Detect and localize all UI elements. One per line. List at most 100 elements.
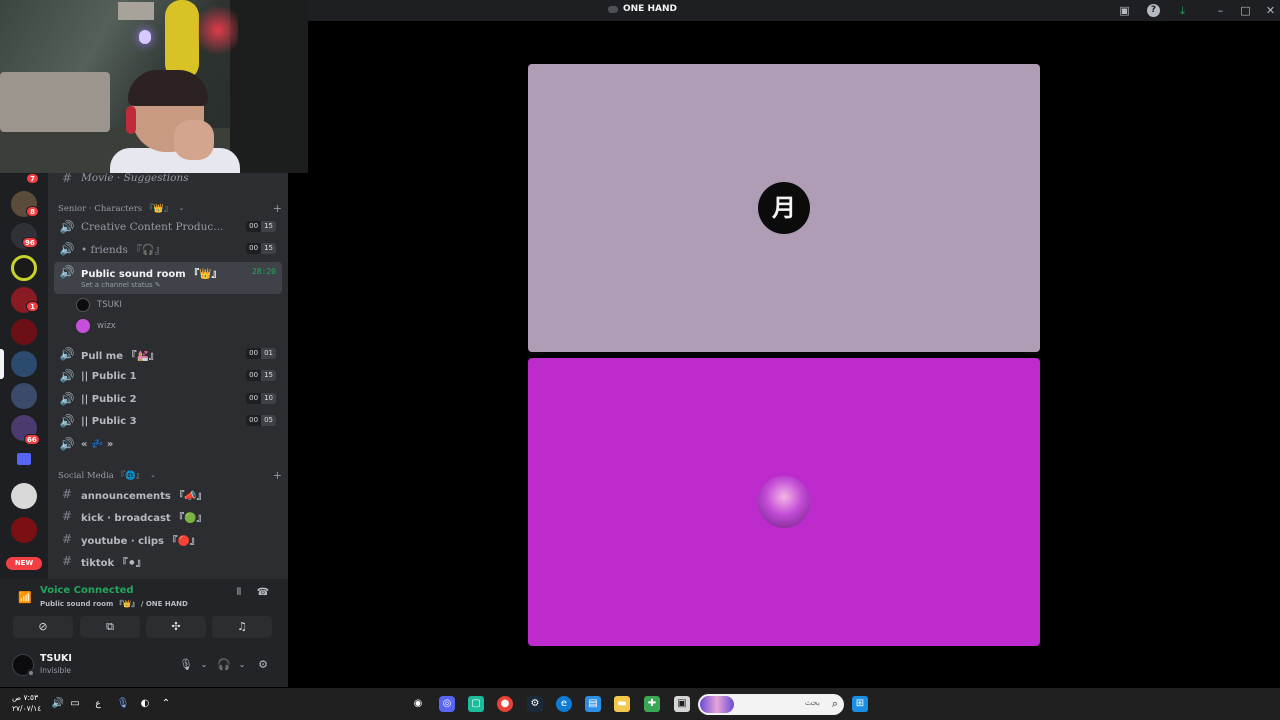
voice-channel-creative[interactable]: 🔊 Creative Content Produc... 00 15	[54, 217, 282, 237]
headphones-icon[interactable]: 🎧	[216, 657, 232, 673]
search-placeholder: بحث	[804, 698, 820, 707]
discord-icon[interactable]: ◎	[439, 696, 455, 712]
user-limit-badge: 00 01	[246, 348, 276, 359]
voice-channel-pull-me[interactable]: 🔊 Pull me 『💒』 00 01	[54, 344, 282, 364]
close-icon[interactable]: ✕	[1264, 4, 1277, 17]
server-icon-7[interactable]	[11, 383, 37, 409]
category-senior-characters[interactable]: Senior · Characters 『👑』 ⌄ +	[58, 201, 282, 215]
channel-label: « 💤 »	[81, 438, 114, 450]
microphone-icon[interactable]: 🎙	[178, 657, 194, 673]
set-channel-status[interactable]: Set a channel status ✎	[81, 281, 161, 289]
user-limit: 05	[261, 415, 276, 426]
server-icon-6[interactable]	[11, 351, 37, 377]
server-icon-9[interactable]	[11, 483, 37, 509]
help-icon[interactable]: ?	[1147, 4, 1160, 17]
tray-app-icon[interactable]: ◐	[137, 696, 153, 712]
channel-label: announcements 『📣』	[81, 490, 207, 502]
voice-status-title[interactable]: Voice Connected	[40, 585, 134, 596]
chevron-down-icon[interactable]: ⌄	[234, 657, 250, 673]
webcam-hand	[174, 120, 214, 160]
voice-channel-afk[interactable]: 🔊 « 💤 »	[54, 434, 282, 454]
new-badge[interactable]: NEW	[6, 557, 42, 570]
text-channel-tiktok[interactable]: # tiktok 『⚫』	[54, 551, 282, 571]
obs-icon[interactable]: ◉	[410, 696, 426, 712]
voice-channel-public-2[interactable]: 🔊 || Public 2 00 10	[54, 389, 282, 409]
file-icon[interactable]: ▤	[585, 696, 601, 712]
gear-icon[interactable]: ⚙	[255, 657, 271, 673]
folder-icon[interactable]	[17, 453, 31, 465]
voice-channel-friends[interactable]: 🔊 • friends 『🎧』 00 15	[54, 239, 282, 259]
server-icon-10[interactable]	[11, 517, 37, 543]
screen-share-button[interactable]: ⧉	[80, 616, 140, 638]
activities-button[interactable]: ✣	[146, 616, 206, 638]
mention-badge: 96	[22, 237, 38, 248]
microphone-icon[interactable]: 🎙	[115, 696, 131, 712]
server-icon-5[interactable]	[11, 319, 37, 345]
store-icon[interactable]: ✚	[644, 696, 660, 712]
voice-channel-public-1[interactable]: 🔊 || Public 1 00 15	[54, 366, 282, 386]
edge-icon[interactable]: e	[556, 696, 572, 712]
add-channel-icon[interactable]: +	[273, 202, 282, 215]
display-icon[interactable]: ▭	[67, 696, 83, 712]
category-social-media[interactable]: Social Media 『🌐』 ⌄ +	[58, 468, 282, 482]
user-limit: 15	[261, 243, 276, 254]
voice-user-tsuki[interactable]: TSUKI	[76, 296, 256, 314]
server-icon-3[interactable]	[11, 255, 37, 281]
windows-start-icon[interactable]: ⊞	[852, 696, 868, 712]
file-explorer-icon[interactable]: ▬	[614, 696, 630, 712]
language-indicator[interactable]: ع	[90, 696, 106, 712]
user-limit-badge: 00 05	[246, 415, 276, 426]
noise-suppression-icon[interactable]: ⦀	[232, 587, 246, 601]
user-count: 00	[246, 415, 262, 426]
task-view-icon[interactable]: ▣	[674, 696, 690, 712]
channel-movie-suggestions[interactable]: # Movie · Suggestions	[54, 173, 282, 188]
text-channel-youtube-clips[interactable]: # youtube · clips 『🔴』	[54, 529, 282, 549]
search-highlight-image	[700, 696, 734, 713]
voice-channel-public-3[interactable]: 🔊 || Public 3 00 05	[54, 411, 282, 431]
webcam-neon-light	[198, 0, 238, 60]
webcam-shirt	[110, 148, 240, 173]
chrome-icon[interactable]: ●	[497, 696, 513, 712]
server-rail: 7 8 96 1 66 NEW	[0, 173, 48, 579]
user-status: Invisible	[40, 666, 71, 675]
participant-tile-wizx[interactable]	[528, 358, 1040, 646]
speaker-icon: 🔊	[59, 369, 75, 383]
screen-share-icon: ⧉	[106, 620, 114, 633]
download-icon[interactable]: ⤓	[1176, 4, 1189, 17]
text-channel-announcements[interactable]: # announcements 『📣』	[54, 484, 282, 504]
camera-off-icon: ⊘	[38, 620, 48, 633]
user-limit: 10	[261, 393, 276, 404]
text-channel-kick-broadcast[interactable]: # kick · broadcast 『🟢』	[54, 506, 282, 526]
chevron-up-icon[interactable]: ⌃	[158, 696, 174, 712]
user-limit: 15	[261, 370, 276, 381]
webcam-headset	[126, 106, 136, 134]
user-count: 00	[246, 348, 262, 359]
channel-label: tiktok 『⚫』	[81, 557, 147, 569]
user-name[interactable]: TSUKI	[40, 653, 72, 664]
participant-avatar	[758, 476, 810, 528]
steam-icon[interactable]: ⚙	[527, 696, 543, 712]
speaker-icon: 🔊	[59, 220, 75, 234]
participant-tile-tsuki[interactable]: 月	[528, 64, 1040, 352]
user-limit: 15	[261, 221, 276, 232]
invisible-status-icon	[27, 669, 35, 677]
disconnect-icon[interactable]: ☎	[256, 587, 270, 601]
inbox-icon[interactable]: ▣	[1118, 4, 1131, 17]
chevron-down-icon[interactable]: ⌄	[196, 657, 212, 673]
app-icon[interactable]: ▢	[468, 696, 484, 712]
soundboard-button[interactable]: ♫	[212, 616, 272, 638]
search-box[interactable]: بحث ⌕	[698, 694, 844, 715]
selected-server-pill	[0, 349, 4, 379]
user-limit-badge: 00 15	[246, 221, 276, 232]
camera-button[interactable]: ⊘	[13, 616, 73, 638]
maximize-icon[interactable]: □	[1239, 4, 1252, 17]
system-clock[interactable]: ٧:٥٣ ص ٢٧/٠٧/١٤	[12, 692, 41, 714]
minimize-icon[interactable]: –	[1214, 4, 1227, 17]
add-channel-icon[interactable]: +	[273, 469, 282, 482]
voice-user-wizx[interactable]: wizx	[76, 317, 256, 335]
voice-channel-public-sound-room[interactable]: 🔊 Public sound room 『👑』 28:20 Set a chan…	[54, 262, 282, 294]
hashtag-icon: #	[61, 554, 73, 568]
server-icon	[608, 5, 618, 13]
volume-icon[interactable]: 🔊	[50, 696, 66, 712]
voice-channel-subtitle[interactable]: Public sound room 『👑』 / ONE HAND	[40, 599, 188, 609]
